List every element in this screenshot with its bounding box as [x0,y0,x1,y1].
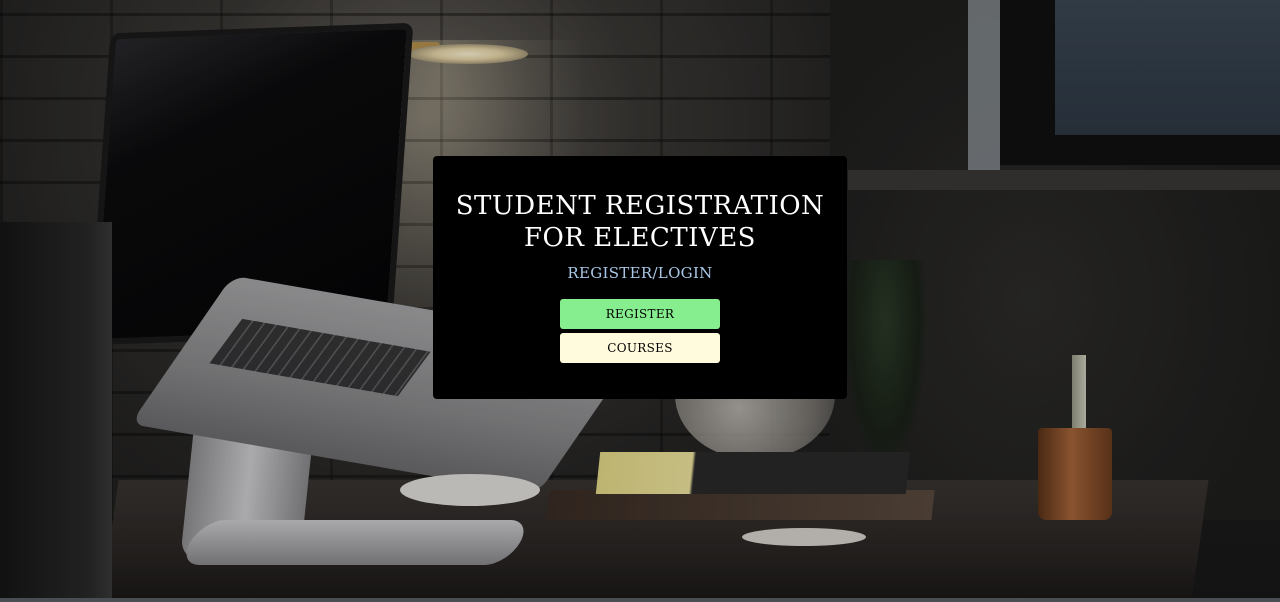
page-title-line-2: FOR ELECTIVES [524,223,756,253]
page-title: STUDENT REGISTRATION FOR ELECTIVES [433,190,847,254]
page-title-line-1: STUDENT REGISTRATION [455,191,825,221]
registration-card: STUDENT REGISTRATION FOR ELECTIVES REGIS… [433,156,847,399]
register-login-link[interactable]: REGISTER/LOGIN [433,264,847,282]
courses-button[interactable]: COURSES [560,333,720,363]
bottom-border [0,598,1280,602]
register-button[interactable]: REGISTER [560,299,720,329]
